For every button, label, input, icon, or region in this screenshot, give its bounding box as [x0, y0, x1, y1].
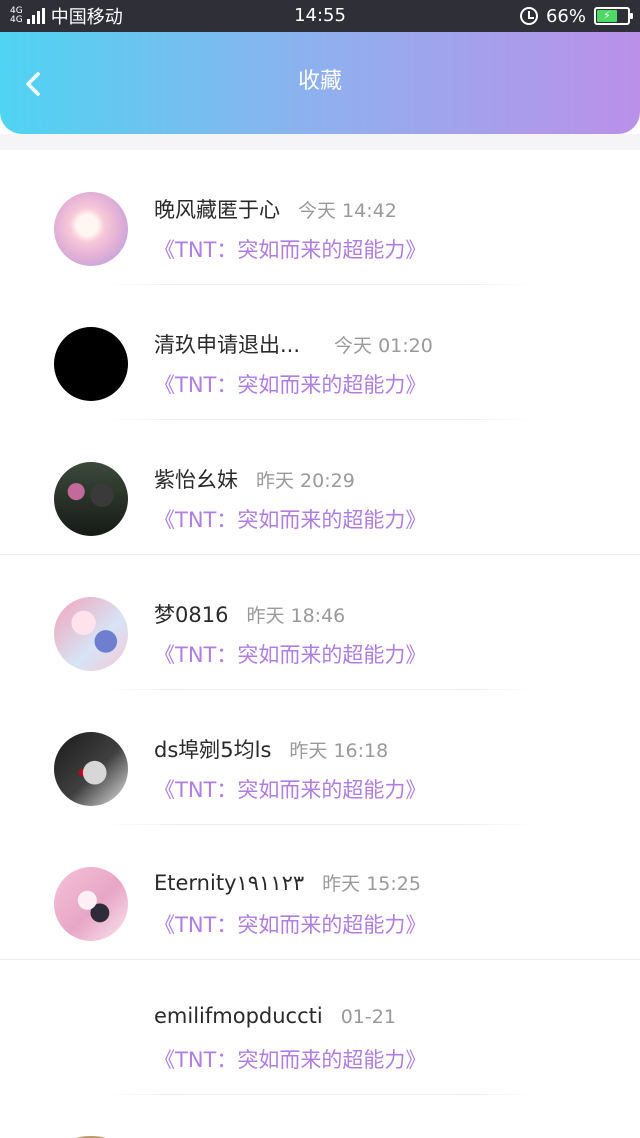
status-right: 66% ⚡ [519, 0, 633, 32]
item-header: 晚风藏匿于心 今天 14:42 [154, 194, 397, 226]
alarm-icon [519, 7, 538, 25]
page-title: 收藏 [297, 69, 342, 94]
user-name[interactable]: 晚风藏匿于心 [154, 194, 280, 224]
list-item[interactable]: 梦0816 昨天 18:46 《TNT：突如而来的超能力》 [0, 555, 640, 690]
list-item[interactable]: 紫怡幺妹 昨天 20:29 《TNT：突如而来的超能力》 [0, 420, 640, 555]
list-item[interactable]: emilifmopduccti 01-21 《TNT：突如而来的超能力》 [0, 960, 640, 1095]
avatar[interactable] [54, 462, 128, 536]
timestamp: 昨天 18:46 [246, 605, 346, 627]
battery-percent: 66% [545, 5, 586, 27]
header: 收藏 [0, 32, 640, 134]
item-header: Eternity۱۹۱۱۲۳ 昨天 15:25 [154, 869, 421, 901]
user-name[interactable]: ds埠剜5均ls [154, 734, 271, 764]
timestamp: 今天 14:42 [298, 200, 397, 222]
work-title-link[interactable]: 《TNT：突如而来的超能力》 [154, 909, 426, 939]
item-header: emilifmopduccti 01-21 [154, 1004, 396, 1036]
avatar[interactable] [54, 867, 128, 941]
avatar[interactable] [54, 327, 128, 401]
status-bar: 4G 4G 中国移动 14:55 66% ⚡ [0, 0, 640, 32]
timestamp: 昨天 20:29 [256, 470, 355, 492]
work-title-link[interactable]: 《TNT：突如而来的超能力》 [154, 774, 426, 804]
user-name[interactable]: emilifmopduccti [154, 1004, 323, 1028]
user-name[interactable]: Eternity۱۹۱۱۲۳ [154, 871, 304, 895]
favorites-list: 晚风藏匿于心 今天 14:42 《TNT：突如而来的超能力》 清玖申请退出...… [0, 150, 640, 1095]
avatar[interactable] [54, 597, 128, 671]
user-name[interactable]: 清玖申请退出... [154, 329, 300, 359]
timestamp: 昨天 16:18 [289, 740, 389, 762]
avatar[interactable] [54, 1002, 128, 1076]
divider [104, 1094, 536, 1095]
work-title-link[interactable]: 《TNT：突如而来的超能力》 [154, 504, 426, 534]
user-name[interactable]: 紫怡幺妹 [154, 464, 238, 494]
item-header: 清玖申请退出... 今天 01:20 [154, 329, 433, 361]
work-title-link[interactable]: 《TNT：突如而来的超能力》 [154, 1044, 426, 1074]
work-title-link[interactable]: 《TNT：突如而来的超能力》 [154, 234, 426, 264]
list-item[interactable]: Eternity۱۹۱۱۲۳ 昨天 15:25 《TNT：突如而来的超能力》 [0, 825, 640, 960]
work-title-link[interactable]: 《TNT：突如而来的超能力》 [154, 369, 426, 399]
user-name[interactable]: 梦0816 [154, 599, 228, 629]
timestamp: 01-21 [340, 1006, 396, 1028]
item-header: ds埠剜5均ls 昨天 16:18 [154, 734, 388, 766]
list-item[interactable]: 清玖申请退出... 今天 01:20 《TNT：突如而来的超能力》 [0, 285, 640, 420]
work-title-link[interactable]: 《TNT：突如而来的超能力》 [154, 639, 426, 669]
item-header: 梦0816 昨天 18:46 [154, 599, 345, 631]
section-gap [0, 134, 640, 150]
avatar[interactable] [54, 732, 128, 806]
timestamp: 今天 01:20 [334, 335, 433, 357]
battery-charging-icon: ⚡ [594, 7, 633, 25]
item-header: 紫怡幺妹 昨天 20:29 [154, 464, 355, 496]
avatar[interactable] [54, 192, 128, 266]
list-item[interactable]: ds埠剜5均ls 昨天 16:18 《TNT：突如而来的超能力》 [0, 690, 640, 825]
timestamp: 昨天 15:25 [322, 873, 421, 895]
list-item[interactable]: 晚风藏匿于心 今天 14:42 《TNT：突如而来的超能力》 [0, 150, 640, 285]
